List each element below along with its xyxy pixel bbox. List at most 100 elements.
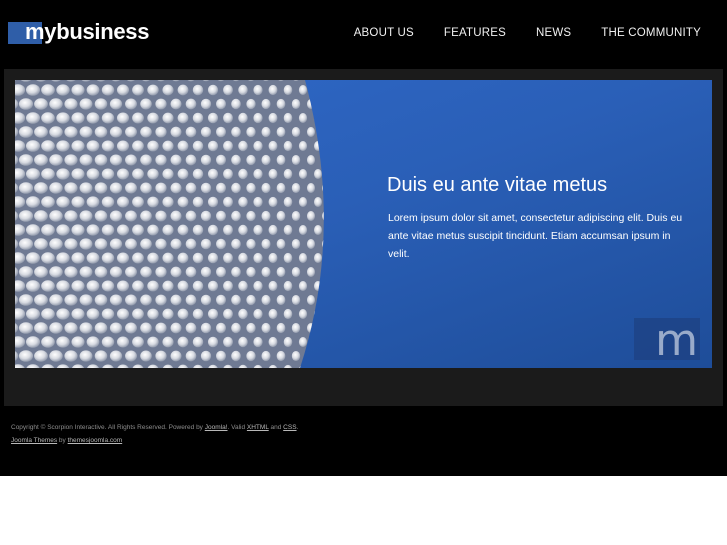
facade-disc [207,252,219,264]
joomla-themes-link[interactable]: Joomla Themes [11,437,57,444]
facade-disc [71,84,85,96]
facade-disc [41,112,55,124]
facade-disc [192,280,204,292]
css-link[interactable]: CSS [283,424,296,431]
facade-disc [177,224,189,236]
facade-disc [322,99,324,109]
facade-disc [140,322,152,334]
facade-disc [71,112,85,124]
nav-news[interactable]: NEWS [536,27,571,39]
facade-disc [314,197,322,207]
facade-disc [94,154,108,166]
facade-disc [140,350,152,362]
facade-disc [140,266,152,278]
facade-disc [238,84,248,96]
facade-disc [162,84,174,96]
facade-disc [200,126,212,138]
facade-disc [41,224,55,236]
facade-disc [94,238,108,250]
facade-disc [56,336,70,348]
facade-disc [246,266,256,278]
facade-disc [162,112,174,124]
facade-disc [125,294,137,306]
facade-disc [314,169,322,179]
main-nav: ABOUT US FEATURES NEWS THE COMMUNITY [354,27,701,39]
facade-disc [86,280,100,292]
facade-disc [261,154,271,166]
facade-disc [25,84,41,96]
facade-disc [298,280,308,292]
facade-disc [283,336,293,348]
themesjoomla-link[interactable]: themesjoomla.com [68,437,123,444]
facade-disc [125,210,137,222]
facade-disc [223,168,233,180]
facade-disc [155,238,167,250]
nav-about-us[interactable]: ABOUT US [354,27,414,39]
facade-disc [291,294,301,306]
facade-disc [306,80,316,82]
facade-disc [238,168,248,180]
facade-disc [25,336,41,348]
facade-disc [231,266,241,278]
facade-disc [147,224,159,236]
facade-disc [207,336,219,348]
facade-disc [291,266,301,278]
facade-disc [71,140,85,152]
facade-disc [177,336,189,348]
facade-disc [94,182,108,194]
facade-disc [25,280,41,292]
facade-disc [109,126,123,138]
facade-disc [101,168,115,180]
facade-disc [162,280,174,292]
facade-disc [223,308,233,320]
facade-disc [223,84,233,96]
xhtml-link[interactable]: XHTML [247,424,269,431]
facade-disc [116,140,130,152]
facade-disc [94,322,108,334]
facade-disc [116,84,130,96]
facade-disc [162,336,174,348]
facade-disc [140,126,152,138]
facade-disc [276,182,286,194]
facade-disc [322,267,324,277]
facade-disc [41,308,55,320]
facade-disc [56,280,70,292]
facade-disc [306,238,316,250]
facade-disc [207,140,219,152]
banner-text: Lorem ipsum dolor sit amet, consectetur … [388,212,683,260]
facade-disc [283,168,293,180]
facade-disc [253,196,263,208]
nav-features[interactable]: FEATURES [444,27,506,39]
facade-disc [147,84,159,96]
facade-disc [94,350,108,362]
facade-disc [109,322,123,334]
facade-disc [109,266,123,278]
facade-disc [314,309,322,319]
facade-disc [246,350,256,362]
facade-disc [246,126,256,138]
joomla-link[interactable]: Joomla! [205,424,228,431]
facade-disc [155,210,167,222]
facade-disc [79,154,93,166]
facade-disc [207,84,219,96]
facade-disc [246,322,256,334]
facade-disc [34,154,48,166]
facade-disc [322,183,324,193]
facade-disc [86,336,100,348]
facade-disc [49,98,63,110]
m-logo-letter: m [655,315,698,366]
facade-disc [64,154,78,166]
facade-disc [177,84,189,96]
nav-the-community[interactable]: THE COMMUNITY [601,27,701,39]
facade-disc [200,238,212,250]
facade-disc [261,126,271,138]
facade-disc [170,98,182,110]
facade-disc [283,252,293,264]
facade-disc [34,182,48,194]
facade-disc [291,154,301,166]
facade-disc [71,252,85,264]
facade-disc [329,85,337,95]
facade-disc [298,140,308,152]
facade-disc [253,112,263,124]
facade-disc [177,140,189,152]
